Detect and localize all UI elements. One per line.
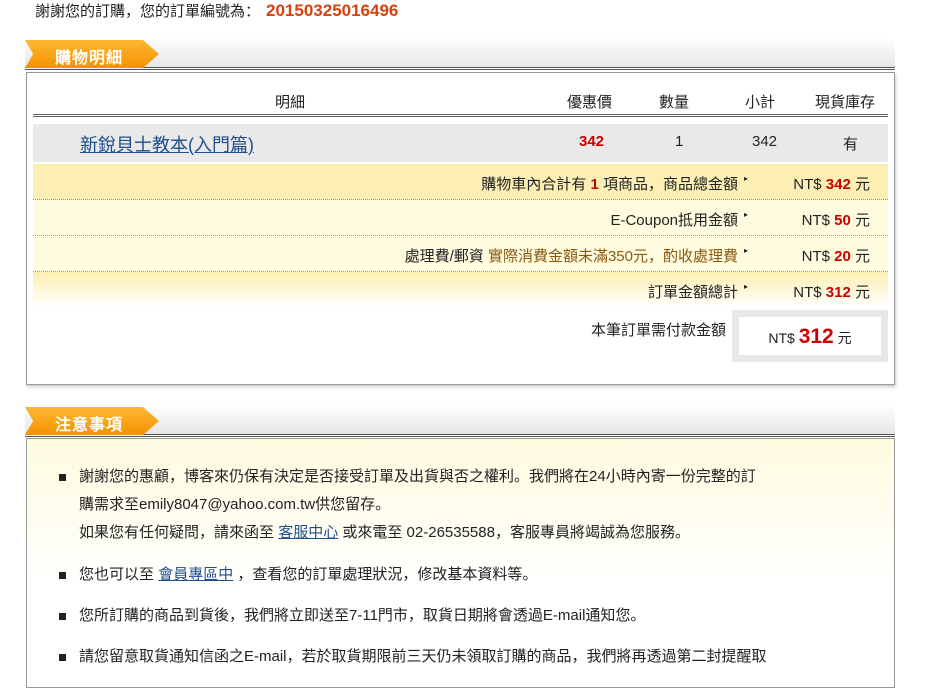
arrow-icon: ▸ [743,210,748,219]
summary-coupon-row: E-Coupon抵用金額 ▸ NT$ 50 元 [33,200,888,236]
currency: NT$ [768,330,795,346]
arrow-icon: ▸ [743,246,748,255]
item-count: 1 [590,176,599,193]
item-qty: 1 [675,133,684,150]
note-text: 購需求至emily8047@yahoo.com.tw供您留存。 [79,496,391,513]
order-confirmation: 謝謝您的訂購，您的訂單編號為： 20150325016496 [35,0,398,21]
col-subtotal: 小計 [745,94,776,111]
coupon-label: E-Coupon抵用金額 [610,212,738,229]
currency: NT$ [793,176,822,193]
grand-amount: 312 [825,284,851,301]
list-item: 謝謝您的惠顧，博客來仍保有決定是否接受訂單及出貨與否之權利。我們將在24小時內寄… [59,463,756,547]
item-subtotal: 342 [752,133,778,150]
notes-list: 謝謝您的惠顧，博客來仍保有決定是否接受訂單及出貨與否之權利。我們將在24小時內寄… [26,438,895,688]
note-text: 謝謝您的惠顧，博客來仍保有決定是否接受訂單及出貨與否之權利。我們將在24小時內寄… [79,468,756,485]
unit: 元 [837,330,852,346]
order-number: 20150325016496 [266,1,399,20]
note-text: 或來電至 02-26535588，客服專員將竭誠為您服務。 [342,524,690,541]
pay-label: 本筆訂單需付款金額 [590,322,726,339]
note-text: 如果您有任何疑問，請來函至 [79,524,275,541]
unit: 元 [854,212,870,229]
label: 購物車內合計有 [481,176,587,193]
product-link[interactable]: 新銳貝士教本(入門篇) [80,131,254,157]
item-price: 342 [579,133,605,150]
list-item: 您也可以至 會員專區中 ，查看您的訂單處理狀況，修改基本資料等。 [59,561,537,589]
col-price: 優惠價 [567,94,613,111]
col-qty: 數量 [659,94,690,111]
unit: 元 [854,284,870,301]
currency: NT$ [801,248,830,265]
arrow-icon: ▸ [743,174,748,183]
cart-section-header: 購物明細 [25,38,895,70]
total-amount: 342 [825,176,851,193]
notes-tab: 注意事項 [25,407,159,435]
summary-fee-row: 處理費/郵資 實際消費金額未滿350元，酌收處理費 ▸ NT$ 20 元 [33,236,888,272]
cart-panel: 明細 優惠價 數量 小計 現貨庫存 新銳貝士教本(入門篇) 342 1 342 … [26,72,895,385]
note-text: 您也可以至 [79,566,155,583]
item-stock: 有 [843,136,859,153]
notes-section-header: 注意事項 [25,405,895,437]
grand-label: 訂單金額總計 [647,284,738,301]
col-stock: 現貨庫存 [815,94,876,111]
label: 項商品，商品總金額 [602,176,738,193]
pay-amount: 312 [798,325,834,348]
arrow-icon: ▸ [743,282,748,291]
fee-note: 實際消費金額未滿350元，酌收處理費 [487,248,738,265]
col-detail: 明細 [275,94,306,111]
pay-amount-box: NT$ 312 元 [732,310,888,362]
table-row: 新銳貝士教本(入門篇) 342 1 342 有 [33,124,888,162]
coupon-amount: 50 [834,212,851,229]
cart-tab: 購物明細 [25,40,159,68]
fee-amount: 20 [834,248,851,265]
list-item: 您所訂購的商品到貨後，我們將立即送至7-11門市，取貨日期將會透過E-mail通… [59,602,645,630]
list-item: 請您留意取貨通知信函之E-mail，若於取貨期限前三天仍未領取訂購的商品，我們將… [59,643,767,671]
thanks-text: 謝謝您的訂購，您的訂單編號為： [35,3,261,20]
customer-service-link[interactable]: 客服中心 [278,524,338,541]
currency: NT$ [801,212,830,229]
member-area-link[interactable]: 會員專區中 [158,566,233,583]
unit: 元 [854,176,870,193]
table-header: 明細 優惠價 數量 小計 現貨庫存 [33,85,888,117]
unit: 元 [854,248,870,265]
summary-grand-row: 訂單金額總計 ▸ NT$ 312 元 [33,272,888,308]
currency: NT$ [793,284,822,301]
summary-total-row: 購物車內合計有 1 項商品，商品總金額 ▸ NT$ 342 元 [33,164,888,200]
note-text: ，查看您的訂單處理狀況，修改基本資料等。 [237,566,538,583]
fee-label: 處理費/郵資 [404,248,484,265]
